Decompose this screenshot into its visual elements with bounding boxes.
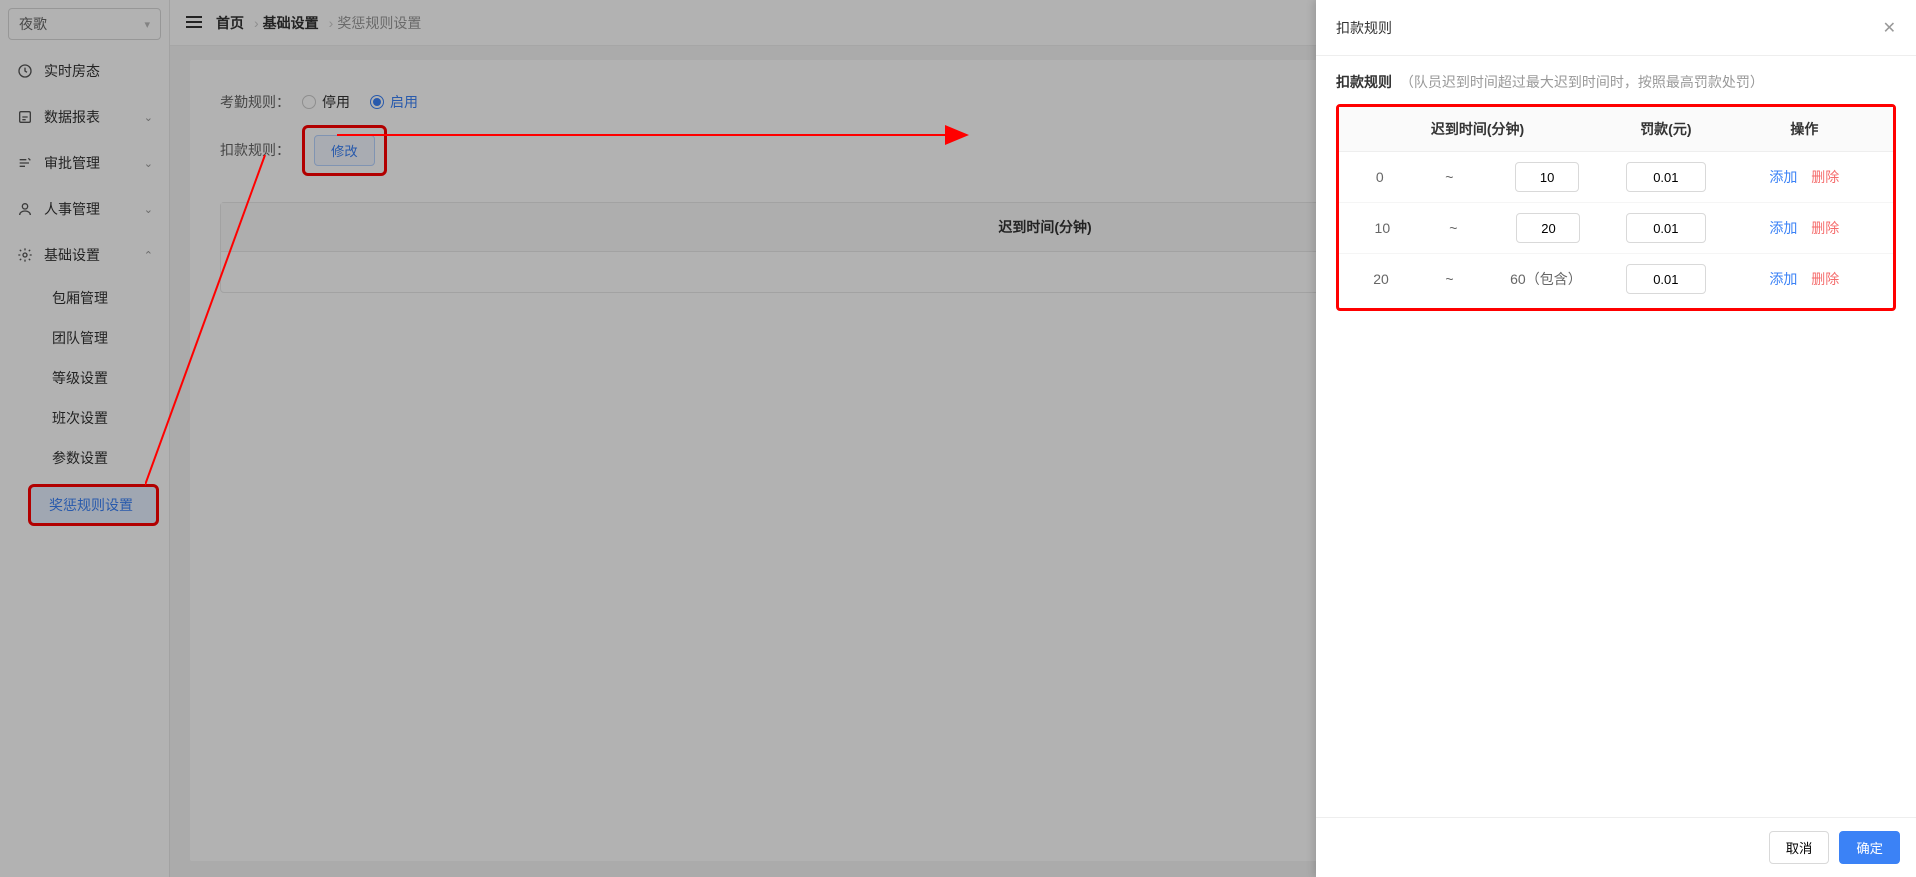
fine-input[interactable] — [1626, 264, 1706, 294]
col-late-time: 迟到时间(分钟) — [1339, 107, 1616, 152]
from-value: 10 — [1375, 220, 1391, 236]
from-value: 20 — [1373, 271, 1389, 287]
add-link[interactable]: 添加 — [1769, 220, 1797, 236]
add-link[interactable]: 添加 — [1769, 271, 1797, 287]
close-icon[interactable]: ✕ — [1883, 18, 1896, 38]
add-link[interactable]: 添加 — [1769, 169, 1797, 185]
confirm-button[interactable]: 确定 — [1839, 831, 1900, 864]
drawer-body: 扣款规则 （队员迟到时间超过最大迟到时间时，按照最高罚款处罚） 迟到时间(分钟)… — [1316, 56, 1916, 817]
delete-link[interactable]: 删除 — [1811, 220, 1839, 236]
drawer-header: 扣款规则 ✕ — [1316, 0, 1916, 56]
rule-desc-label: 扣款规则 — [1336, 74, 1392, 90]
rule-desc-note: （队员迟到时间超过最大迟到时间时，按照最高罚款处罚） — [1400, 74, 1764, 90]
rule-description-row: 扣款规则 （队员迟到时间超过最大迟到时间时，按照最高罚款处罚） — [1336, 72, 1896, 92]
col-fine: 罚款(元) — [1616, 107, 1716, 152]
delete-link[interactable]: 删除 — [1811, 271, 1839, 287]
to-input[interactable] — [1516, 213, 1580, 243]
table-row: 10 ~ 添加 删除 — [1339, 203, 1893, 254]
rules-table: 迟到时间(分钟) 罚款(元) 操作 0 ~ — [1339, 107, 1893, 304]
table-row: 20 ~ 60（包含） 添加 删除 — [1339, 254, 1893, 305]
drawer-footer: 取消 确定 — [1316, 817, 1916, 877]
delete-link[interactable]: 删除 — [1811, 169, 1839, 185]
fine-input[interactable] — [1626, 162, 1706, 192]
drawer-title: 扣款规则 — [1336, 18, 1392, 38]
tilde: ~ — [1445, 169, 1453, 185]
fine-input[interactable] — [1626, 213, 1706, 243]
tilde: ~ — [1449, 220, 1457, 236]
to-input[interactable] — [1515, 162, 1579, 192]
table-row: 0 ~ 添加 删除 — [1339, 152, 1893, 203]
tilde: ~ — [1445, 271, 1453, 287]
rules-table-highlight: 迟到时间(分钟) 罚款(元) 操作 0 ~ — [1336, 104, 1896, 311]
deduct-rules-drawer: 扣款规则 ✕ 扣款规则 （队员迟到时间超过最大迟到时间时，按照最高罚款处罚） 迟… — [1316, 0, 1916, 877]
from-value: 0 — [1376, 169, 1384, 185]
cancel-button[interactable]: 取消 — [1769, 831, 1830, 864]
to-static: 60（包含） — [1510, 269, 1582, 289]
col-operation: 操作 — [1716, 107, 1893, 152]
